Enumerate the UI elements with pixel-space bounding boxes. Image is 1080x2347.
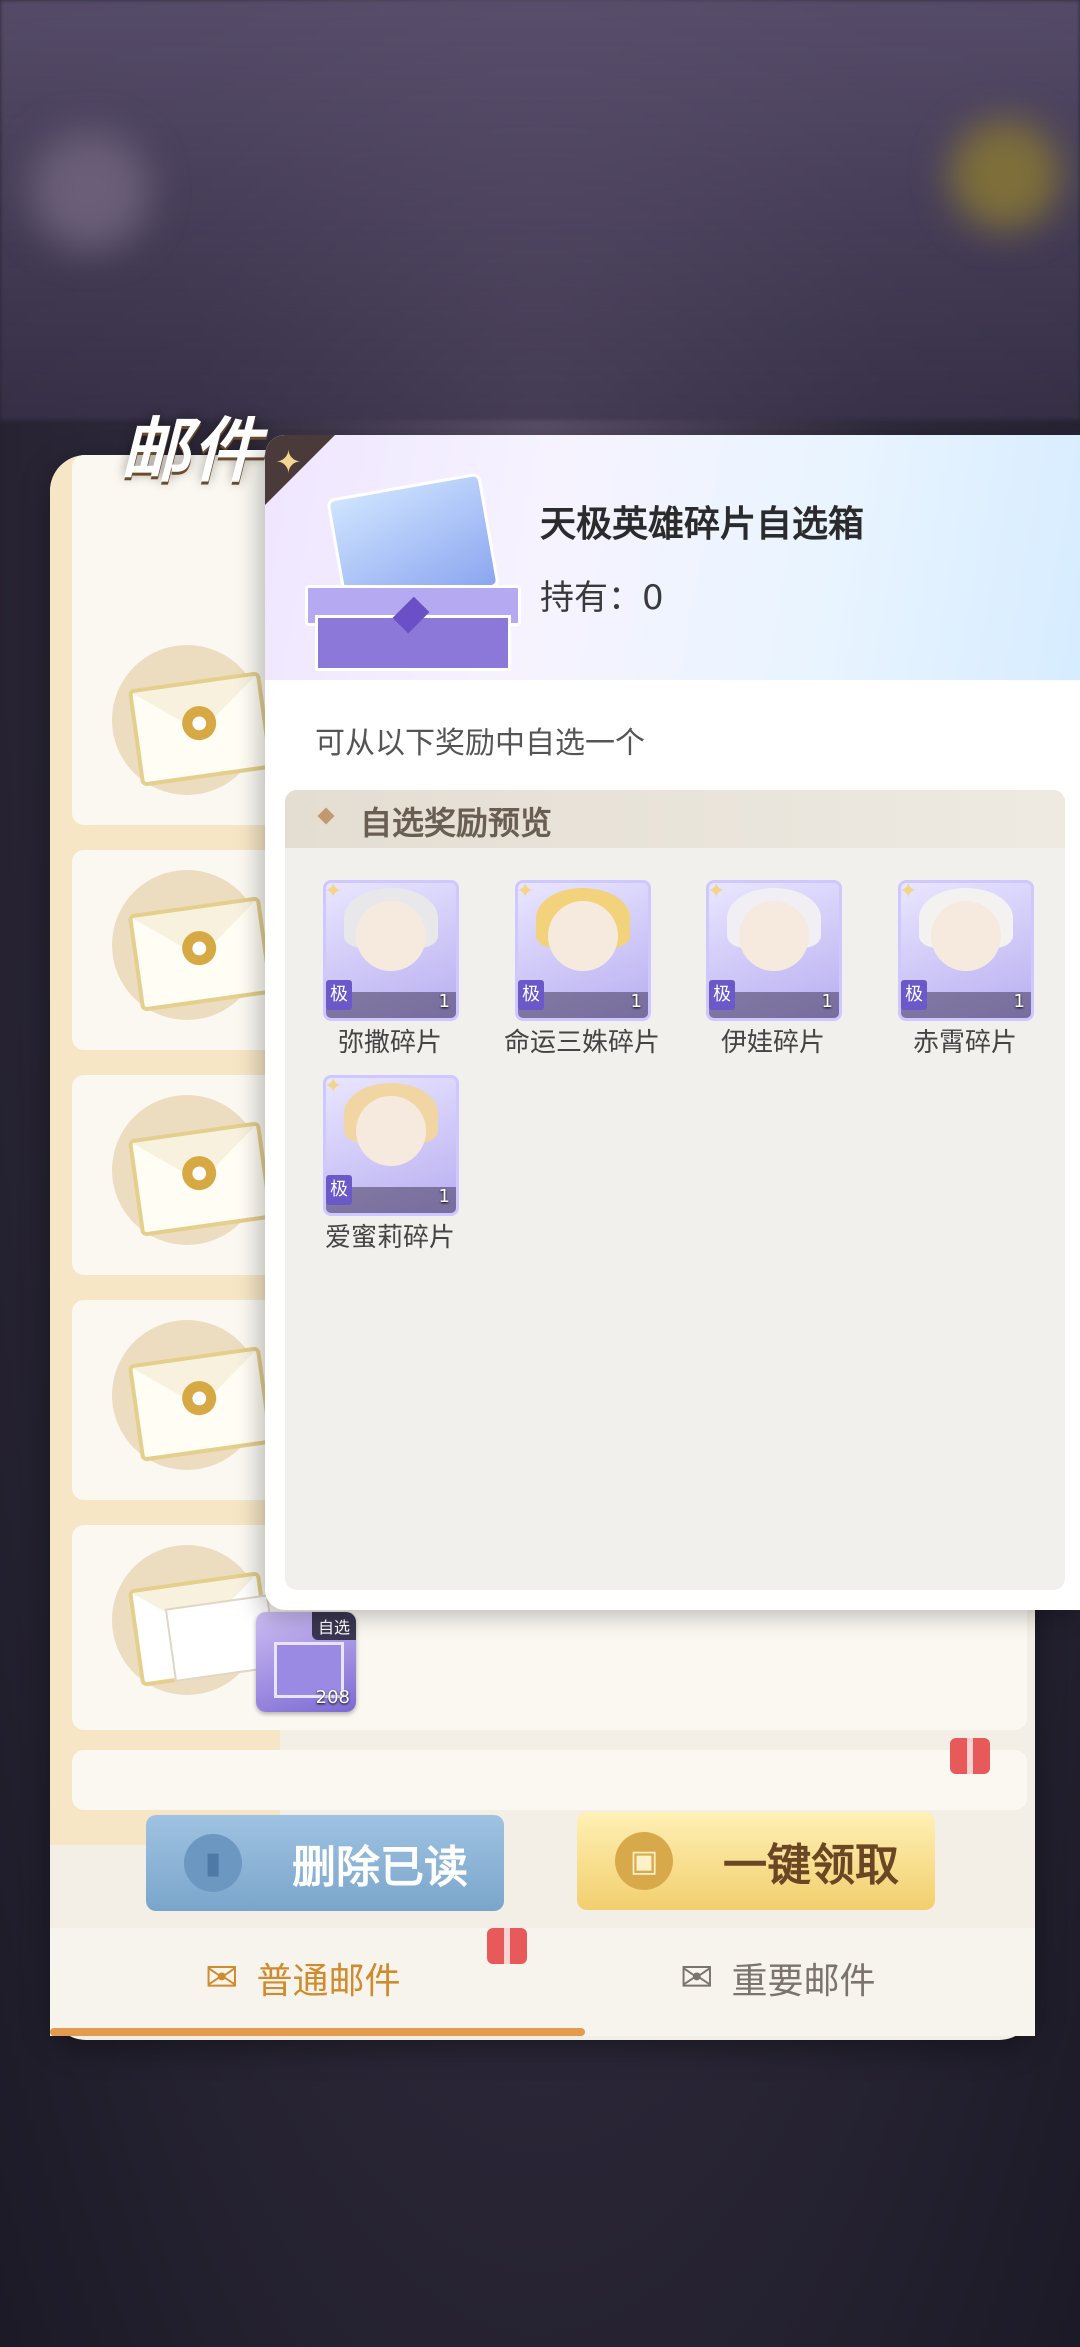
gift-icon: ▣: [615, 1832, 673, 1890]
envelope-icon: ✉: [205, 1955, 239, 2001]
attachment-tag: 自选: [311, 1612, 356, 1640]
gift-notification-icon: [487, 1928, 527, 1964]
reward-card[interactable]: 极 1 ✦: [706, 880, 842, 1021]
reward-qty: 1: [438, 991, 450, 1012]
puzzle-piece-icon: ✦: [707, 880, 726, 904]
tab-normal-mail[interactable]: ✉ 普通邮件: [205, 1928, 401, 2028]
puzzle-piece-icon: ✦: [516, 880, 535, 904]
paw-seal-icon: ●: [179, 1153, 219, 1193]
tab-normal-label: 普通邮件: [256, 1961, 401, 2002]
mail-tabbar: ✉ 普通邮件 ✉ 重要邮件: [50, 1928, 1035, 2036]
reward-card[interactable]: 极 1 ✦: [323, 880, 459, 1021]
envelope-circle: [112, 1545, 279, 1695]
reward-name: 赤霄碎片: [912, 1028, 1017, 1058]
paw-seal-icon: ●: [179, 703, 219, 743]
reward-qty: 1: [630, 991, 642, 1012]
hero-shard-box-icon: [290, 470, 530, 671]
reward-qty: 1: [1013, 991, 1025, 1012]
item-detail-popup: ✦ 天极英雄碎片自选箱 持有：0 可从以下奖励中自选一个 自选奖励预览 极 1 …: [265, 435, 1080, 1610]
reward-card[interactable]: 极 1 ✦: [898, 880, 1034, 1021]
owned-label: 持有：: [540, 578, 642, 618]
envelope-circle: ●: [112, 1320, 274, 1470]
envelope-icon: ●: [127, 1121, 274, 1237]
character-face: [356, 1096, 426, 1166]
envelope-circle: ●: [112, 1095, 274, 1245]
character-face: [739, 901, 809, 971]
gift-notification-icon: [950, 1738, 990, 1774]
reward-card[interactable]: 极 1 ✦: [323, 1075, 459, 1216]
reward-qty: 1: [821, 991, 833, 1012]
character-face: [356, 901, 426, 971]
puzzle-piece-icon: ✦: [899, 880, 918, 904]
reward-item[interactable]: 极 1 ✦ 命运三姝碎片: [497, 880, 660, 1058]
active-tab-underline: [50, 2028, 585, 2036]
item-name: 天极英雄碎片自选箱: [540, 504, 865, 545]
envelope-icon: ●: [127, 1346, 274, 1462]
rarity-badge: 极: [518, 980, 544, 1010]
reward-item[interactable]: 极 1 ✦ 爱蜜莉碎片: [305, 1075, 459, 1253]
reward-preview-title: 自选奖励预览: [360, 804, 553, 842]
attachment-item[interactable]: 自选 208: [256, 1612, 356, 1712]
envelope-circle: ●: [112, 645, 274, 795]
paw-seal-icon: ●: [179, 928, 219, 968]
popup-header: ✦ 天极英雄碎片自选箱 持有：0: [265, 435, 1080, 680]
reward-item[interactable]: 极 1 ✦ 赤霄碎片: [880, 880, 1034, 1058]
popup-description: 可从以下奖励中自选一个: [315, 726, 645, 761]
open-envelope-icon: [127, 1571, 279, 1687]
owned-value: 0: [642, 578, 664, 618]
rarity-badge: 极: [326, 980, 352, 1010]
reward-item[interactable]: 极 1 ✦ 弥撒碎片: [305, 880, 459, 1058]
reward-preview-header: 自选奖励预览: [285, 790, 1065, 848]
rarity-badge: 极: [901, 980, 927, 1010]
reward-card[interactable]: 极 1 ✦: [515, 880, 651, 1021]
attachment-count: 208: [315, 1687, 350, 1708]
envelope-icon: ●: [127, 671, 274, 787]
envelope-icon: ●: [127, 896, 274, 1012]
character-face: [548, 901, 618, 971]
star-envelope-icon: ✉: [680, 1955, 714, 2001]
puzzle-piece-icon: ✦: [324, 880, 343, 904]
paw-seal-icon: ●: [179, 1378, 219, 1418]
mail-title: 邮件: [120, 410, 264, 492]
claim-all-button[interactable]: ▣ 一键领取: [577, 1812, 935, 1910]
rarity-badge: 极: [709, 980, 735, 1010]
rarity-badge: 极: [326, 1175, 352, 1205]
envelope-circle: ●: [112, 870, 274, 1020]
background-glow: [950, 120, 1060, 230]
reward-qty: 1: [438, 1186, 450, 1207]
mail-card[interactable]: [72, 1750, 1027, 1810]
delete-read-button[interactable]: ▮ 删除已读: [146, 1815, 504, 1911]
background-blur: [0, 0, 1080, 420]
owned-count: 持有：0: [540, 570, 664, 619]
tab-important-mail[interactable]: ✉ 重要邮件: [680, 1928, 876, 2028]
reward-preview-panel: 自选奖励预览 极 1 ✦ 弥撒碎片 极 1 ✦ 命运三姝碎片 极 1 ✦ 伊娃碎…: [285, 790, 1065, 1590]
trash-icon: ▮: [184, 1834, 242, 1892]
delete-read-label: 删除已读: [292, 1842, 468, 1893]
reward-name: 爱蜜莉碎片: [324, 1223, 455, 1253]
character-face: [931, 901, 1001, 971]
tab-important-label: 重要邮件: [731, 1961, 876, 2002]
background-glow: [30, 130, 150, 250]
claim-all-label: 一键领取: [723, 1840, 899, 1891]
reward-item[interactable]: 极 1 ✦ 伊娃碎片: [688, 880, 842, 1058]
puzzle-piece-icon: ✦: [324, 1075, 343, 1099]
diamond-icon: [317, 807, 335, 825]
